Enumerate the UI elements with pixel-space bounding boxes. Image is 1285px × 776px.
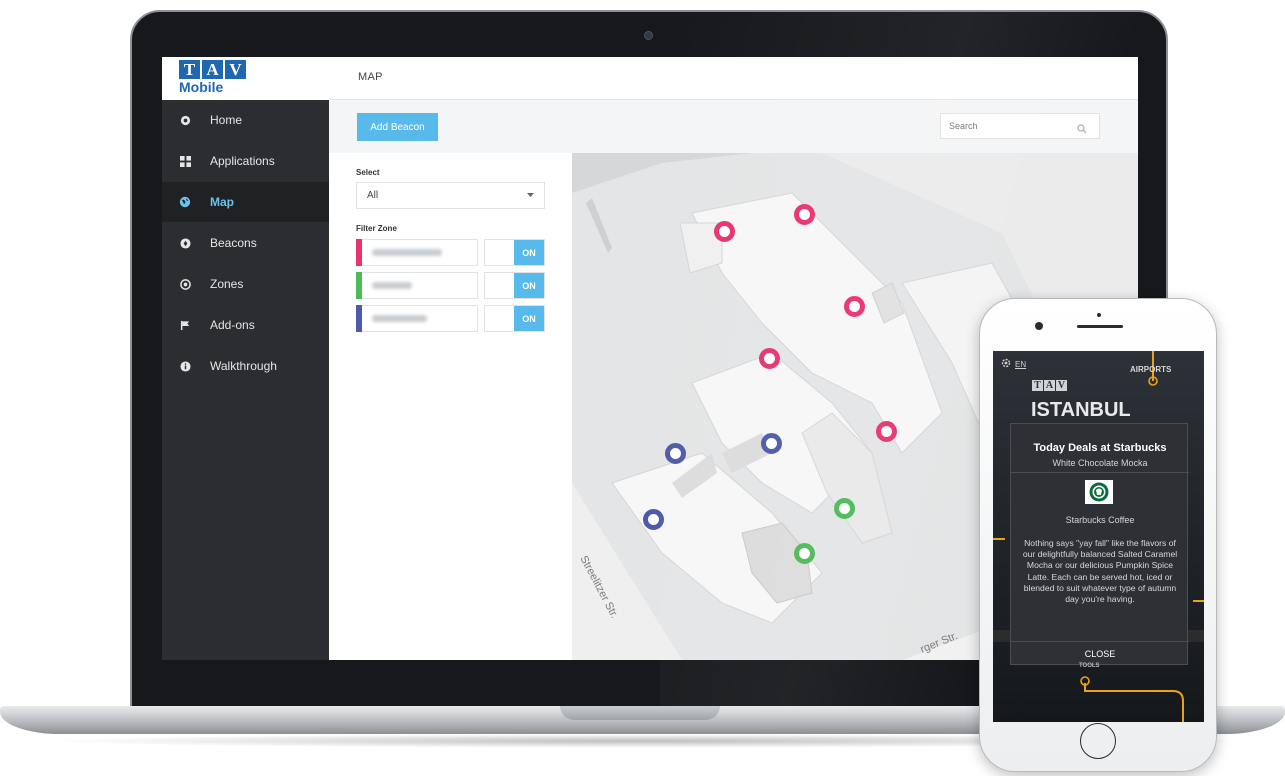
airports-label[interactable]: AIRPORTS (1130, 365, 1171, 374)
blurred-zone-name (372, 282, 412, 289)
zone-name-field[interactable] (362, 239, 478, 266)
beacon-marker[interactable] (844, 296, 865, 317)
beacon-marker[interactable] (665, 443, 686, 464)
beacon-marker[interactable] (761, 433, 782, 454)
search-box (940, 113, 1100, 139)
logo-letter: T (179, 60, 200, 79)
beacon-marker[interactable] (794, 543, 815, 564)
tav-brand: T A V (1032, 380, 1067, 391)
sidebar-item-label: Beacons (210, 236, 257, 250)
globe-icon (178, 195, 192, 209)
select-label: Select (356, 168, 380, 177)
toggle-off-side (485, 273, 514, 298)
flag-icon (178, 318, 192, 332)
gear-icon[interactable] (1001, 358, 1011, 370)
phone-front-camera (1035, 322, 1043, 330)
zone-select[interactable]: All (356, 182, 545, 209)
toggle-on-label: ON (514, 273, 544, 298)
logo-letters: T A V (179, 60, 246, 79)
beacon-marker[interactable] (759, 348, 780, 369)
logo-letter: V (225, 60, 246, 79)
sidebar-item-add-ons[interactable]: Add-ons (162, 305, 329, 345)
sidebar: T A V Mobile Home Applications Map Beaco… (162, 57, 329, 660)
beacon-marker[interactable] (876, 421, 897, 442)
zone-filter-row: ON (356, 272, 545, 299)
brand-letter: T (1032, 380, 1043, 391)
blurred-zone-name (372, 315, 427, 322)
laptop-camera (644, 31, 653, 40)
sidebar-item-walkthrough[interactable]: Walkthrough (162, 346, 329, 386)
zone-toggle[interactable]: ON (484, 272, 545, 299)
phone-speaker (1077, 325, 1123, 328)
logo-letter: A (202, 60, 223, 79)
sidebar-item-applications[interactable]: Applications (162, 141, 329, 181)
deal-description: Nothing says "yay fall" like the flavors… (1022, 538, 1178, 605)
search-input[interactable] (949, 121, 1069, 131)
brand-letter: A (1044, 380, 1055, 391)
city-title: ISTANBUL (1031, 399, 1131, 421)
home-icon (178, 113, 192, 127)
language-selector[interactable]: EN (1001, 358, 1026, 370)
toggle-on-label: ON (514, 240, 544, 265)
filter-zone-label: Filter Zone (356, 224, 397, 233)
language-label: EN (1015, 359, 1027, 369)
search-icon[interactable] (1077, 121, 1087, 134)
grid-icon (178, 154, 192, 168)
close-button[interactable]: CLOSE (1011, 642, 1189, 666)
smartphone: EN AIRPORTS T A V ISTANBUL Today Deals a… (979, 298, 1217, 772)
deal-dialog: Today Deals at Starbucks White Chocolate… (1010, 423, 1189, 666)
toggle-on-label: ON (514, 306, 544, 331)
logo-subtitle: Mobile (179, 79, 224, 95)
add-beacon-button[interactable]: Add Beacon (357, 113, 438, 141)
sidebar-item-home[interactable]: Home (162, 100, 329, 140)
deal-subtitle: White Chocolate Mocka (1052, 458, 1148, 468)
zone-toggle[interactable]: ON (484, 239, 545, 266)
sidebar-item-label: Walkthrough (210, 359, 277, 373)
toggle-off-side (485, 240, 514, 265)
zone-filter-row: ON (356, 239, 545, 266)
info-icon (178, 359, 192, 373)
target-icon (178, 277, 192, 291)
phone-sensor (1097, 313, 1101, 317)
device-mockup-scene: T A V Mobile Home Applications Map Beaco… (0, 0, 1285, 776)
sidebar-item-label: Add-ons (210, 318, 255, 332)
sidebar-item-map[interactable]: Map (162, 182, 329, 222)
zone-filter-row: ON (356, 305, 545, 332)
sidebar-item-zones[interactable]: Zones (162, 264, 329, 304)
top-bar: MAP (329, 57, 1138, 100)
starbucks-logo-icon (1085, 480, 1113, 504)
select-value: All (367, 190, 379, 201)
beacon-marker[interactable] (714, 221, 735, 242)
deal-title: Today Deals at Starbucks (1033, 442, 1167, 454)
home-button[interactable] (1080, 723, 1116, 759)
phone-screen: EN AIRPORTS T A V ISTANBUL Today Deals a… (993, 351, 1204, 722)
brand-letter: V (1056, 380, 1067, 391)
zone-toggle[interactable]: ON (484, 305, 545, 332)
store-name: Starbucks Coffee (1065, 515, 1135, 525)
divider (1011, 472, 1189, 473)
laptop-base-notch (560, 706, 720, 720)
zone-name-field[interactable] (362, 272, 478, 299)
caret-down-icon (527, 190, 534, 201)
blurred-zone-name (372, 249, 442, 256)
filter-panel: Select All Filter Zone ON ON ON (329, 153, 572, 660)
beacon-marker[interactable] (834, 498, 855, 519)
toggle-off-side (485, 306, 514, 331)
sidebar-item-label: Applications (210, 154, 275, 168)
beacon-marker[interactable] (643, 509, 664, 530)
tav-mobile-logo[interactable]: T A V Mobile (162, 57, 329, 100)
beacon-marker[interactable] (794, 204, 815, 225)
tools-label[interactable]: TOOLS (1079, 663, 1100, 669)
beacon-icon (178, 236, 192, 250)
sidebar-item-beacons[interactable]: Beacons (162, 223, 329, 263)
sidebar-item-label: Map (210, 195, 234, 209)
page-title: MAP (358, 71, 383, 83)
zone-name-field[interactable] (362, 305, 478, 332)
sidebar-item-label: Zones (210, 277, 244, 291)
sidebar-item-label: Home (210, 113, 243, 127)
